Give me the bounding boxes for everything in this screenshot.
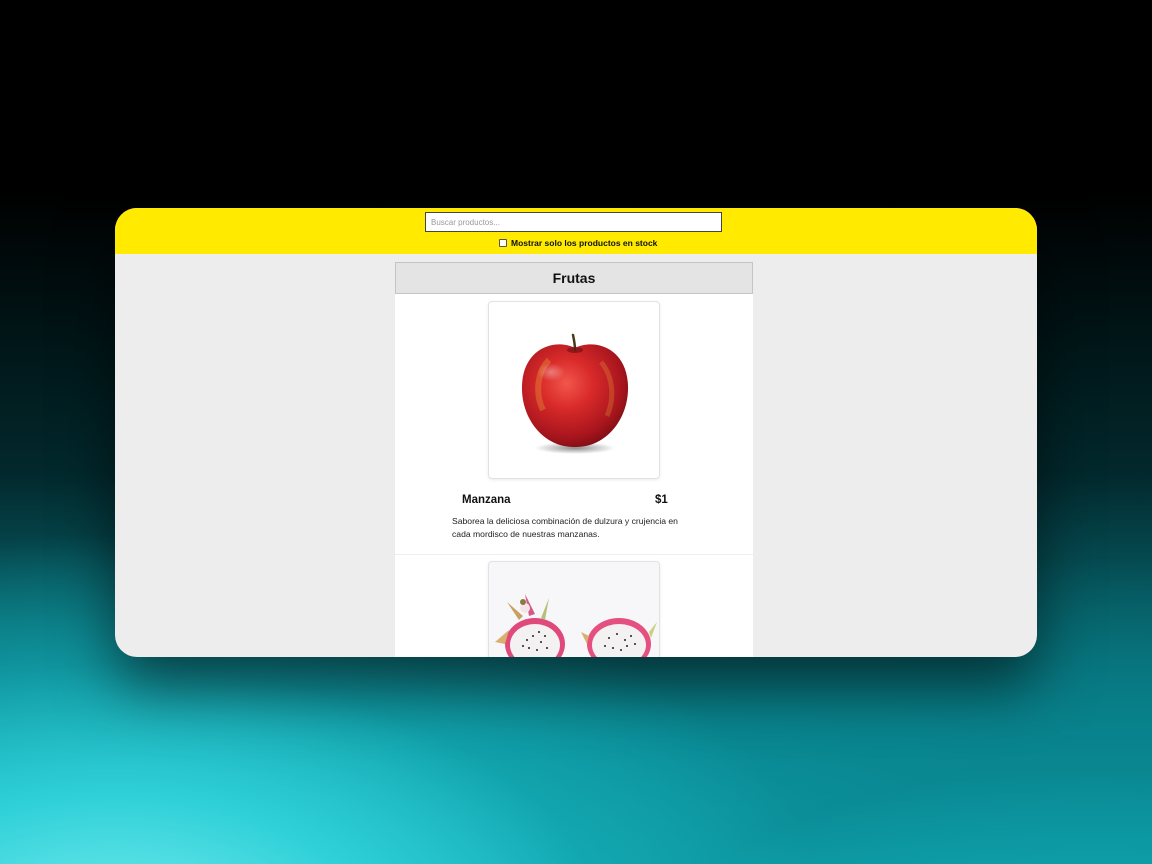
product-card <box>395 555 753 657</box>
search-bar-header: Mostrar solo los productos en stock <box>115 208 1037 254</box>
product-image <box>488 561 660 657</box>
product-card: Manzana $1 Saborea la deliciosa combinac… <box>395 294 753 555</box>
product-table: Frutas Manzana $1 Saborea la deliciosa c… <box>395 262 753 657</box>
apple-image <box>521 333 629 454</box>
app-window: Mostrar solo los productos en stock Frut… <box>115 208 1037 657</box>
category-header: Frutas <box>395 262 753 294</box>
product-image <box>488 301 660 479</box>
product-description: Saborea la deliciosa combinación de dulz… <box>452 516 678 539</box>
stock-filter[interactable]: Mostrar solo los productos en stock <box>499 237 657 249</box>
dragon-fruit-image <box>495 594 657 657</box>
stock-only-label[interactable]: Mostrar solo los productos en stock <box>511 238 657 248</box>
search-input[interactable] <box>425 212 722 232</box>
stock-only-checkbox[interactable] <box>499 239 507 247</box>
product-price: $1 <box>655 494 668 506</box>
product-name: Manzana <box>462 494 511 506</box>
